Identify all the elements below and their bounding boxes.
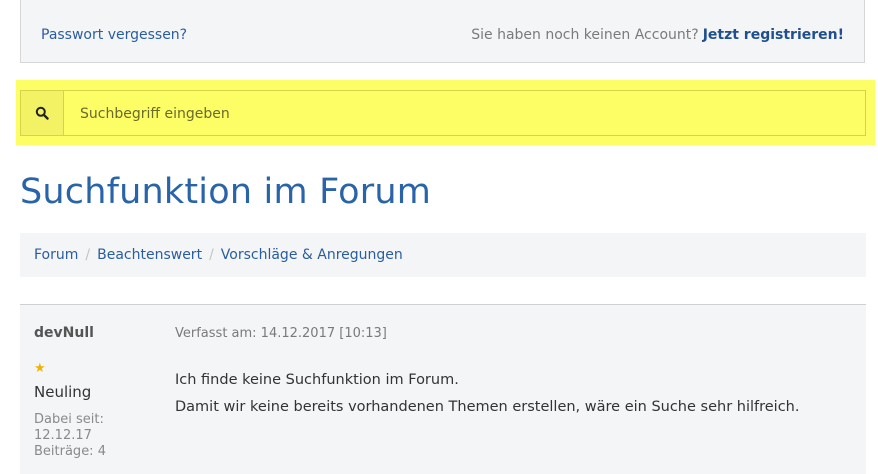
register-prompt: Sie haben noch keinen Account? Jetzt regi… (471, 27, 844, 43)
post-line: Damit wir keine bereits vorhandenen Them… (175, 399, 800, 415)
forum-post: devNull ★ Neuling Dabei seit: 12.12.17 B… (20, 304, 866, 474)
search-input[interactable] (64, 91, 865, 137)
joined-label: Dabei seit: (34, 412, 104, 427)
post-count: Beiträge: 4 (34, 444, 106, 459)
breadcrumb: Forum / Beachtenswert / Vorschläge & Anr… (20, 233, 866, 277)
breadcrumb-separator: / (209, 247, 214, 263)
post-line: Ich finde keine Suchfunktion im Forum. (175, 372, 459, 388)
search-button[interactable] (21, 91, 64, 135)
breadcrumb-separator: / (85, 247, 91, 263)
post-author-rank: Neuling (34, 383, 92, 401)
login-footer: Passwort vergessen? Sie haben noch keine… (20, 0, 865, 63)
search-bar (20, 90, 866, 137)
post-body: Ich finde keine Suchfunktion im Forum. D… (175, 367, 799, 421)
rank-star-icon: ★ (34, 361, 46, 376)
forgot-password-link[interactable]: Passwort vergessen? (41, 27, 187, 43)
search-highlight (16, 80, 875, 145)
author-meta: Dabei seit: 12.12.17 Beiträge: 4 (34, 412, 106, 460)
breadcrumb-vorschlaege[interactable]: Vorschläge & Anregungen (221, 247, 403, 263)
register-link[interactable]: Jetzt registrieren! (703, 27, 844, 43)
no-account-text: Sie haben noch keinen Account? (471, 27, 699, 43)
post-timestamp: Verfasst am: 14.12.2017 [10:13] (175, 326, 387, 341)
page-title: Suchfunktion im Forum (20, 172, 432, 212)
breadcrumb-forum[interactable]: Forum (34, 247, 78, 263)
breadcrumb-beachtenswert[interactable]: Beachtenswert (97, 247, 202, 263)
search-icon (35, 106, 49, 120)
post-author[interactable]: devNull (34, 325, 94, 341)
joined-date: 12.12.17 (34, 428, 92, 443)
